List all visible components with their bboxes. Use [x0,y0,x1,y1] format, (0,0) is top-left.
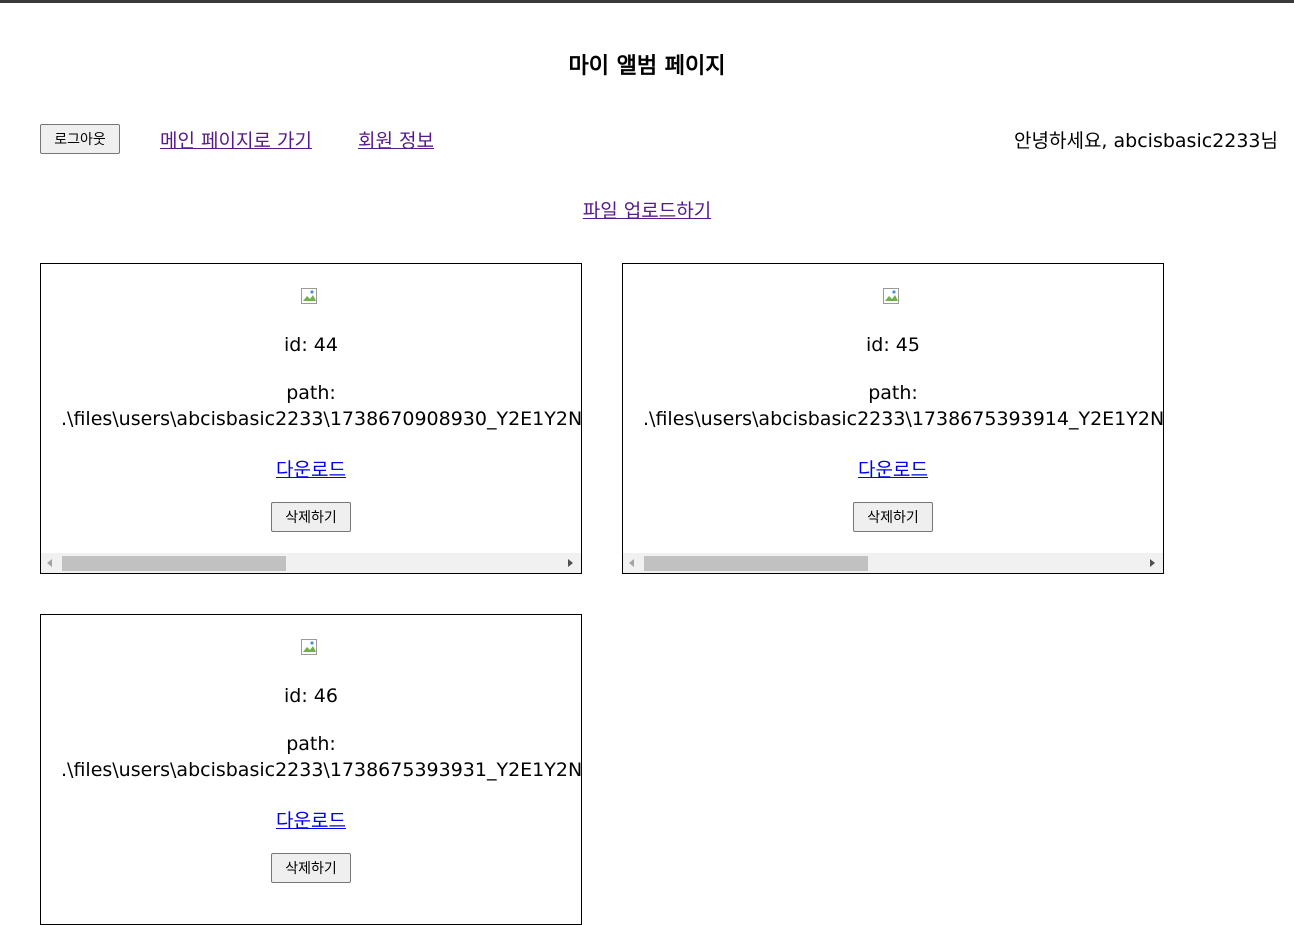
delete-button[interactable]: 삭제하기 [271,502,351,532]
page-title: 마이 앨범 페이지 [568,54,726,79]
scroll-thumb[interactable] [644,556,868,571]
upload-file-link[interactable]: 파일 업로드하기 [583,200,711,222]
nav-bar: 로그아웃 메인 페이지로 가기 회원 정보 안녕하세요, abcisbasic2… [40,124,1278,156]
greeting-text: 안녕하세요, abcisbasic2233님 [1014,130,1278,152]
top-border [0,0,1294,3]
upload-link-container: 파일 업로드하기 [0,196,1294,223]
card-path-value: .\files\users\abcisbasic2233\17386753939… [61,759,582,781]
card-path-label: path: [286,733,336,755]
broken-image-icon [301,639,317,655]
scroll-left-icon[interactable] [629,559,634,567]
scroll-right-icon[interactable] [568,559,573,567]
delete-button[interactable]: 삭제하기 [853,502,933,532]
album-card: id: 46 path: .\files\users\abcisbasic223… [40,614,582,925]
broken-image-icon [883,288,899,304]
scroll-thumb[interactable] [62,556,286,571]
broken-image-icon [301,288,317,304]
download-link[interactable]: 다운로드 [276,810,346,832]
card-path-label: path: [868,382,918,404]
horizontal-scrollbar[interactable] [41,553,581,573]
album-card: id: 44 path: .\files\users\abcisbasic223… [40,263,582,574]
delete-button[interactable]: 삭제하기 [271,853,351,883]
card-path-value: .\files\users\abcisbasic2233\17386753939… [643,408,1164,430]
scroll-left-icon[interactable] [47,559,52,567]
card-id: id: 44 [284,334,338,356]
download-link[interactable]: 다운로드 [276,459,346,481]
card-id: id: 46 [284,685,338,707]
card-id: id: 45 [866,334,920,356]
main-page-link[interactable]: 메인 페이지로 가기 [160,126,312,153]
card-path-value: .\files\users\abcisbasic2233\17386709089… [61,408,582,430]
logout-button[interactable]: 로그아웃 [40,124,120,154]
scroll-right-icon[interactable] [1150,559,1155,567]
card-path-label: path: [286,382,336,404]
download-link[interactable]: 다운로드 [858,459,928,481]
horizontal-scrollbar[interactable] [623,553,1163,573]
member-info-link[interactable]: 회원 정보 [358,126,434,153]
album-card: id: 45 path: .\files\users\abcisbasic223… [622,263,1164,574]
